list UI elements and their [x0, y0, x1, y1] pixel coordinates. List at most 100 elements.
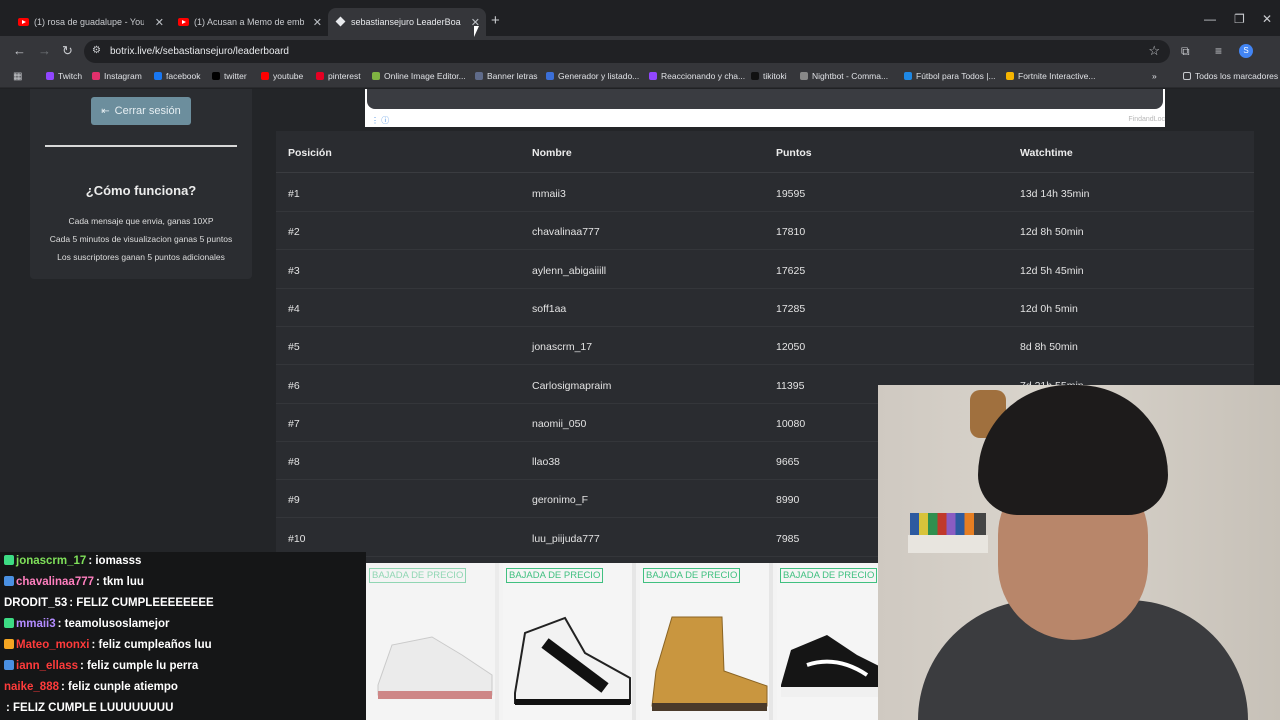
fortnite-icon — [1006, 72, 1014, 80]
cell-points: 17285 — [776, 302, 806, 315]
nightbot-icon — [800, 72, 808, 80]
minimize-icon[interactable]: — — [1204, 12, 1216, 26]
bookmark-reaccionando[interactable]: Reaccionando y cha... — [649, 71, 745, 81]
price-drop-tag: BAJADA DE PRECIO — [506, 568, 604, 583]
shop-overlay: BAJADA DE PRECIO BAJADA DE PRECIO BAJADA… — [366, 563, 878, 720]
cell-points: 12050 — [776, 341, 806, 354]
bookmark-instagram[interactable]: Instagram — [92, 71, 142, 81]
bookmark-label: Generador y listado... — [558, 71, 640, 81]
ad-banner[interactable]: ⋮ ⓘ FindandLoc — [365, 89, 1165, 127]
new-tab-button[interactable]: + — [491, 12, 500, 29]
cell-points: 9665 — [776, 456, 800, 469]
banner-icon — [475, 72, 483, 80]
bookmark-fortnite[interactable]: Fortnite Interactive... — [1006, 71, 1095, 81]
bookmark-pinterest[interactable]: pinterest — [316, 71, 361, 81]
cell-name: Carlosigmapraim — [532, 379, 612, 392]
tab-title: sebastiansejuro LeaderBoard | Botrix — [351, 17, 461, 27]
bookmark-label: youtube — [273, 71, 304, 81]
ad-info-icon[interactable]: ⋮ ⓘ — [371, 115, 389, 126]
cell-name: llao38 — [532, 456, 561, 469]
chat-text: : feliz cumple lu perra — [80, 660, 199, 672]
cell-name: soff1aa — [532, 302, 567, 315]
chat-message: chavalinaa777: tkm luu — [4, 576, 144, 588]
chat-text: : feliz cumpleaños luu — [91, 639, 212, 651]
bookmarks-bar: ▦ Twitch Instagram facebook twitter yout… — [0, 66, 1280, 88]
cell-position: #8 — [288, 456, 300, 469]
chat-username: chavalinaa777 — [16, 576, 95, 588]
chat-message: jonascrm_17: iomasss — [4, 555, 141, 567]
profile-avatar[interactable]: S — [1239, 44, 1253, 58]
cell-name: chavalinaa777 — [532, 226, 600, 239]
bookmark-tikitoki[interactable]: tikitoki — [751, 71, 787, 81]
cell-watchtime: 12d 8h 50min — [1020, 226, 1084, 239]
close-icon[interactable]: ✕ — [313, 16, 322, 29]
divider — [45, 145, 237, 147]
chat-message: DRODIT_53: FELIZ CUMPLEEEEEEEE — [4, 597, 214, 609]
chat-message: naike_888: feliz cunple atiempo — [4, 681, 178, 693]
ad-bar — [367, 89, 1163, 109]
close-window-icon[interactable]: ✕ — [1262, 12, 1272, 26]
chat-username: DRODIT_53 — [4, 597, 68, 609]
image-editor-icon — [372, 72, 380, 80]
cell-position: #2 — [288, 226, 300, 239]
futbol-icon — [904, 72, 912, 80]
webcam-cans — [910, 513, 986, 537]
tab-rosa-de-guadalupe[interactable]: (1) rosa de guadalupe - YouTube ✕ — [10, 8, 170, 36]
shop-item: BAJADA DE PRECIO — [640, 563, 773, 720]
bookmark-star-icon[interactable]: ☆ — [1148, 43, 1160, 59]
bookmark-twitch[interactable]: Twitch — [46, 71, 82, 81]
cell-name: aylenn_abigaiiill — [532, 264, 607, 277]
bookmark-futbol[interactable]: Fútbol para Todos |... — [904, 71, 996, 81]
forward-icon[interactable]: → — [38, 43, 51, 58]
chat-message: mmaii3: teamolusoslamejor — [4, 618, 169, 630]
youtube-icon — [261, 72, 269, 80]
bookmark-youtube[interactable]: youtube — [261, 71, 303, 81]
reload-icon[interactable]: ↻ — [62, 43, 73, 59]
chat-text: : FELIZ CUMPLE LUUUUUUUU — [6, 702, 174, 714]
close-icon[interactable]: ✕ — [155, 16, 164, 29]
url-text[interactable]: botrix.live/k/sebastiansejuro/leaderboar… — [110, 46, 289, 57]
apps-grid-icon[interactable]: ▦ — [13, 71, 22, 82]
table-row: #2 chavalinaa777 17810 12d 8h 50min — [276, 212, 1254, 251]
logout-button[interactable]: ⇤ Cerrar sesión — [91, 97, 191, 125]
cell-position: #7 — [288, 417, 300, 430]
extensions-icon[interactable]: ⧉ — [1181, 44, 1190, 59]
all-bookmarks[interactable]: Todos los marcadores — [1183, 71, 1278, 81]
bookmark-label: twitter — [224, 71, 247, 81]
shop-item: BAJADA DE PRECIO — [503, 563, 636, 720]
bookmarks-overflow-chevron-icon[interactable]: » — [1152, 71, 1157, 81]
bookmark-online-image-editor[interactable]: Online Image Editor... — [372, 71, 466, 81]
header-name: Nombre — [532, 147, 572, 159]
cell-points: 7985 — [776, 532, 800, 545]
bookmark-facebook[interactable]: facebook — [154, 71, 201, 81]
shop-item: BAJADA DE PRECIO — [366, 563, 499, 720]
table-row: #4 soff1aa 17285 12d 0h 5min — [276, 289, 1254, 327]
cell-watchtime: 8d 8h 50min — [1020, 341, 1078, 354]
cell-points: 19595 — [776, 188, 806, 200]
bookmark-label: tikitoki — [763, 71, 787, 81]
how-it-works-line: Los suscriptores ganan 5 puntos adiciona… — [57, 252, 225, 262]
chat-username: mmaii3 — [16, 618, 56, 630]
address-toolbar: ← → ↻ ⚙ botrix.live/k/sebastiansejuro/le… — [0, 36, 1280, 66]
chat-badge-icon — [4, 639, 14, 649]
site-info-icon[interactable]: ⚙ — [92, 45, 101, 56]
address-bar[interactable]: ⚙ botrix.live/k/sebastiansejuro/leaderbo… — [84, 40, 1170, 63]
bookmark-generador[interactable]: Generador y listado... — [546, 71, 639, 81]
x-twitter-icon — [212, 72, 220, 80]
media-controls-icon[interactable]: ≡ — [1215, 44, 1222, 58]
tab-leaderboard[interactable]: sebastiansejuro LeaderBoard | Botrix ✕ — [328, 8, 486, 36]
bookmark-twitter[interactable]: twitter — [212, 71, 247, 81]
bookmark-nightbot[interactable]: Nightbot - Comma... — [800, 71, 888, 81]
cell-watchtime: 13d 14h 35min — [1020, 188, 1090, 200]
tab-acusan-a-memo[interactable]: (1) Acusan a Memo de embarazar ✕ — [170, 8, 328, 36]
price-drop-tag: BAJADA DE PRECIO — [780, 568, 878, 583]
restore-icon[interactable]: ❐ — [1234, 12, 1245, 26]
tab-title: (1) Acusan a Memo de embarazar — [194, 17, 304, 27]
chat-badge-icon — [4, 618, 14, 628]
bookmark-banner-letras[interactable]: Banner letras — [475, 71, 538, 81]
tan-boot-image — [651, 616, 768, 711]
cell-name: naomii_050 — [532, 417, 587, 430]
black-white-sneaker-image — [781, 635, 878, 697]
back-icon[interactable]: ← — [13, 43, 26, 58]
header-points: Puntos — [776, 147, 812, 159]
